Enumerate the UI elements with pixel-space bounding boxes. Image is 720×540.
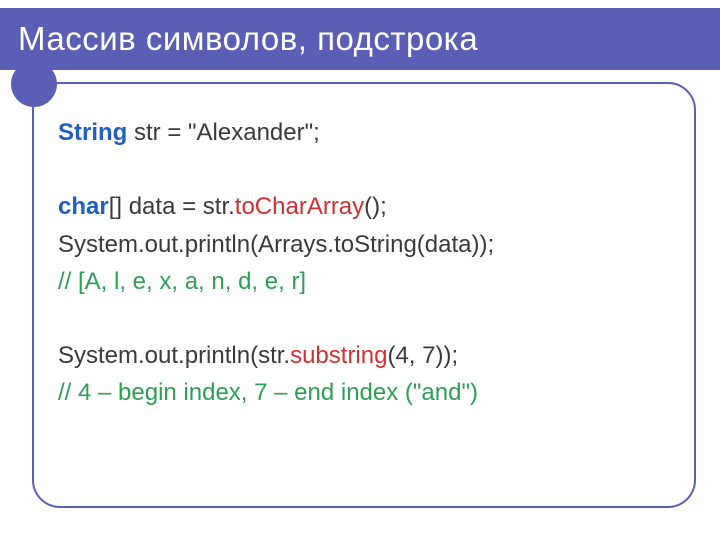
title-band: Массив символов, подстрока bbox=[0, 8, 720, 70]
code-block: String str = "Alexander"; char[] data = … bbox=[58, 114, 676, 412]
comment: // 4 – begin index, 7 – end index ("and"… bbox=[58, 379, 478, 406]
code-text: System.out.println(str. bbox=[58, 342, 290, 369]
code-text: (); bbox=[364, 193, 387, 220]
method-tochararray: toCharArray bbox=[235, 193, 364, 220]
code-text: System.out.println(Arrays.toString(data)… bbox=[58, 231, 494, 258]
slide-title: Массив символов, подстрока bbox=[18, 20, 478, 58]
keyword-char: char bbox=[58, 193, 109, 220]
code-text: (4, 7)); bbox=[387, 342, 458, 369]
keyword-string: String bbox=[58, 119, 127, 146]
code-text: [] data = str. bbox=[109, 193, 235, 220]
comment: // [A, l, e, x, a, n, d, e, r] bbox=[58, 268, 306, 295]
content-card: String str = "Alexander"; char[] data = … bbox=[32, 82, 696, 508]
method-substring: substring bbox=[290, 342, 387, 369]
code-text: str = "Alexander"; bbox=[127, 119, 319, 146]
corner-knob bbox=[11, 61, 57, 107]
